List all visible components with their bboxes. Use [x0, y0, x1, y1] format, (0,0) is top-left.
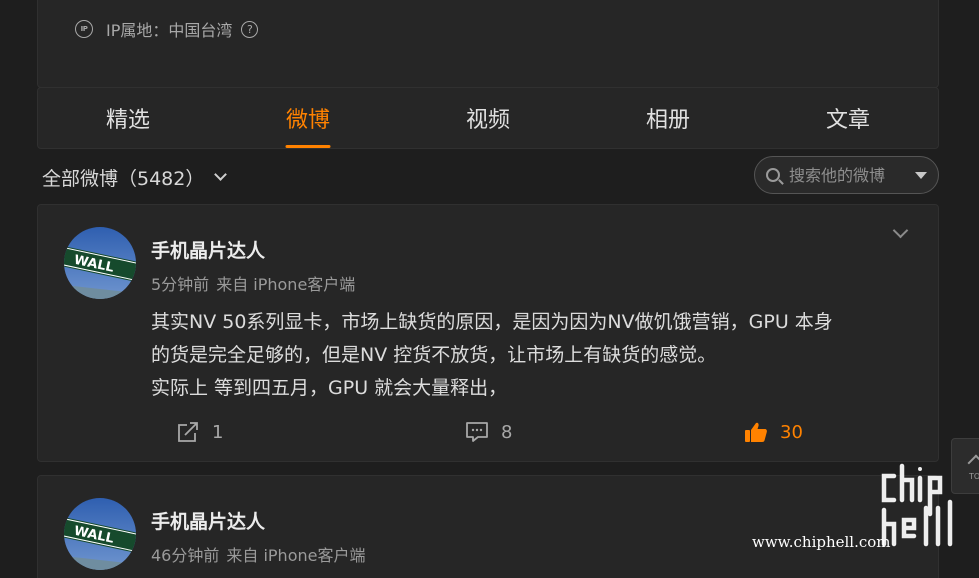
- avatar[interactable]: WALL: [64, 498, 136, 570]
- post-text-line: 其实NV 50系列显卡，市场上缺货的原因，是因为因为NV做饥饿营销，GPU 本身: [151, 311, 833, 333]
- tab-weibo[interactable]: 微博: [218, 88, 398, 148]
- share-icon: [178, 422, 198, 442]
- post-source: 来自 iPhone客户端: [216, 275, 356, 294]
- search-icon: [766, 168, 780, 182]
- profile-tabs: 精选 微博 视频 相册 文章: [37, 87, 939, 149]
- tab-albums[interactable]: 相册: [578, 88, 758, 148]
- avatar[interactable]: WALL: [64, 227, 136, 299]
- post-author[interactable]: 手机晶片达人: [151, 507, 265, 534]
- repost-count: 1: [212, 421, 224, 443]
- post-author[interactable]: 手机晶片达人: [151, 236, 265, 263]
- chevron-down-icon: [214, 168, 228, 181]
- comment-button[interactable]: 8: [465, 421, 512, 443]
- post-text-line: 的货是完全足够的，但是NV 控货不放货，让市场上有缺货的感觉。: [151, 344, 717, 366]
- post-actions: 1 8 30: [38, 421, 938, 447]
- ip-location-text: IP属地：中国台湾: [106, 21, 233, 40]
- search-dropdown-icon[interactable]: [915, 171, 927, 179]
- post-source: 来自 iPhone客户端: [226, 546, 366, 565]
- help-icon[interactable]: ?: [241, 20, 259, 38]
- chiphell-logo: [881, 463, 953, 547]
- comment-icon: [466, 422, 488, 442]
- post-meta: 5分钟前 来自 iPhone客户端: [151, 271, 362, 295]
- chevron-down-icon[interactable]: [892, 222, 909, 239]
- post-text-line: 实际上 等到四五月，GPU 就会大量释出，: [151, 377, 508, 399]
- ip-location-row: IP IP属地：中国台湾 ?: [75, 17, 259, 41]
- arrow-up-icon: [967, 454, 979, 472]
- like-count: 30: [780, 421, 803, 443]
- all-weibo-filter[interactable]: 全部微博（5482）: [42, 164, 228, 191]
- search-input[interactable]: [789, 165, 907, 185]
- post-text: 其实NV 50系列显卡，市场上缺货的原因，是因为因为NV做饥饿营销，GPU 本身…: [151, 306, 921, 405]
- search-box[interactable]: [754, 156, 939, 194]
- filter-label: 全部微博（5482）: [42, 168, 205, 190]
- back-to-top-label: TO: [969, 472, 979, 481]
- ip-icon: IP: [75, 20, 93, 38]
- post-time[interactable]: 5分钟前: [151, 275, 209, 294]
- weibo-post: WALL 手机晶片达人 5分钟前 来自 iPhone客户端 其实NV 50系列显卡…: [37, 204, 939, 462]
- like-button[interactable]: 30: [744, 421, 803, 443]
- weibo-post: WALL 手机晶片达人 46分钟前 来自 iPhone客户端: [37, 475, 939, 578]
- tab-articles[interactable]: 文章: [758, 88, 938, 148]
- tab-featured[interactable]: 精选: [38, 88, 218, 148]
- tab-videos[interactable]: 视频: [398, 88, 578, 148]
- comment-count: 8: [501, 421, 513, 443]
- profile-info-card: IP IP属地：中国台湾 ?: [37, 0, 939, 88]
- thumbs-up-icon: [745, 422, 767, 442]
- repost-button[interactable]: 1: [176, 421, 223, 443]
- post-meta: 46分钟前 来自 iPhone客户端: [151, 542, 372, 566]
- watermark-url: www.chiphell.com: [752, 533, 891, 551]
- post-time[interactable]: 46分钟前: [151, 546, 219, 565]
